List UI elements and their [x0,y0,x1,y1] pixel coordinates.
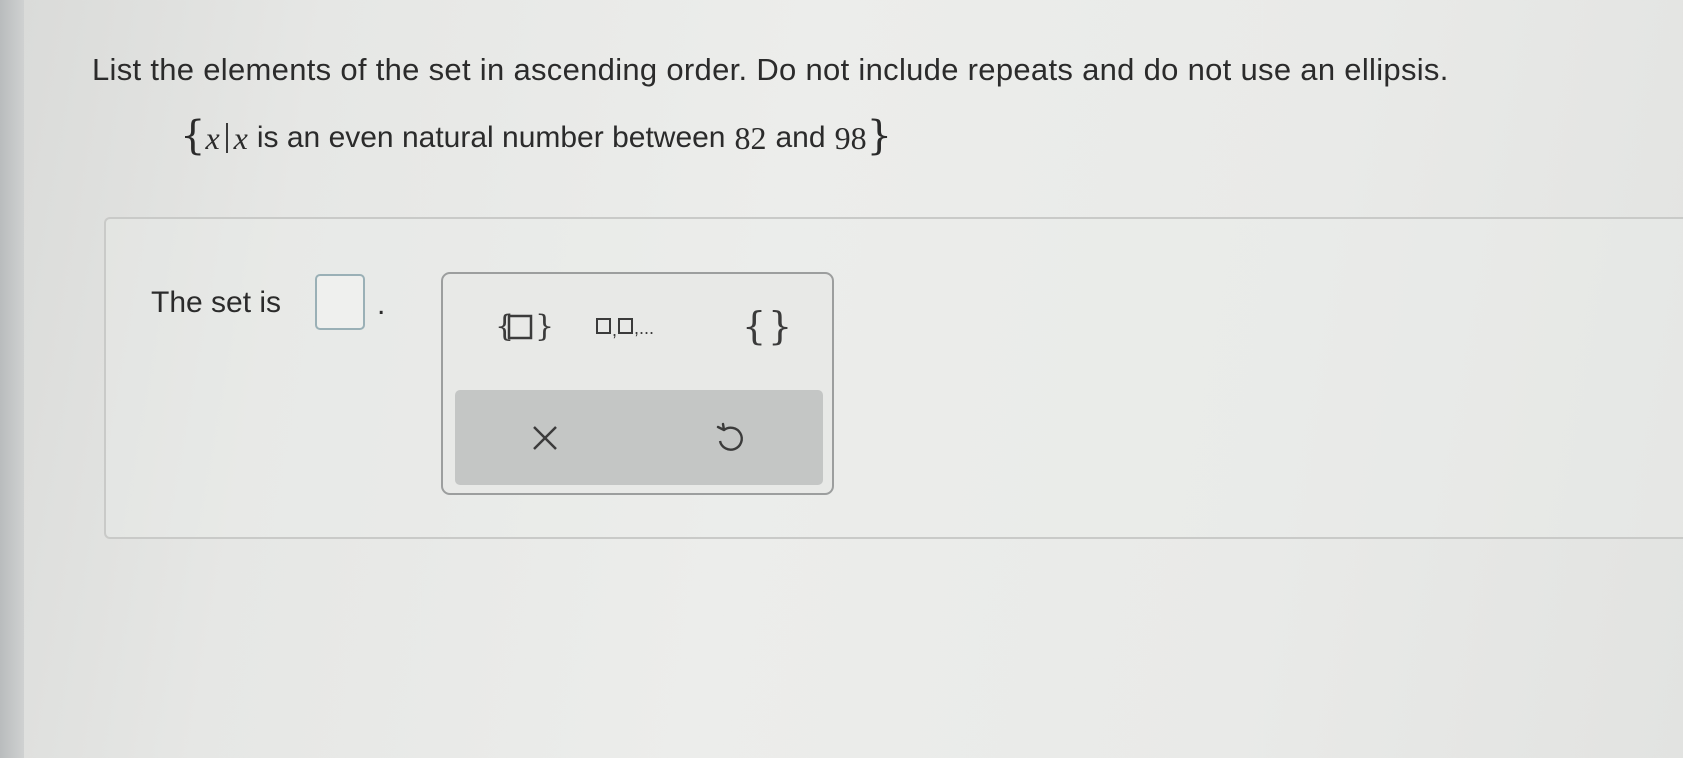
question-instruction: List the elements of the set in ascendin… [92,52,1449,87]
undo-icon [716,422,743,451]
set-variable-repeat: x [233,119,248,156]
svg-text:,...: ,... [634,318,654,338]
lower-bound: 82 [734,119,767,156]
empty-braces-button[interactable]: { } [728,300,808,352]
svg-text:,: , [612,320,617,340]
list-ellipsis-button[interactable]: , ,... [588,300,688,352]
condition-text: is an even natural number between [256,121,726,154]
set-variable: x [205,119,220,156]
svg-text:}: } [768,304,792,348]
answer-period: . [377,288,386,321]
upper-bound: 98 [834,119,867,156]
clear-button[interactable] [515,408,575,468]
window-edge [0,0,24,758]
math-palette: { } , ,... { } [441,272,834,495]
condition-and: and [775,121,826,154]
close-icon [533,426,557,450]
answer-panel [104,217,1683,539]
svg-text:}: } [535,309,553,344]
answer-label: The set is [151,286,282,319]
set-builder-expression: { x x is an even natural number between … [180,113,893,159]
palette-action-bar [455,390,823,485]
empty-braces-icon: { } [742,304,792,348]
set-braces-box-button[interactable]: { } [483,300,563,352]
svg-text:{: { [742,304,766,348]
undo-button[interactable] [700,408,760,468]
such-that-bar [225,123,228,153]
open-brace: { [180,113,206,159]
answer-input[interactable] [315,274,365,330]
list-ellipsis-icon: , ,... [596,318,654,340]
set-braces-box-icon: { } [495,309,553,344]
close-brace: } [866,113,893,159]
